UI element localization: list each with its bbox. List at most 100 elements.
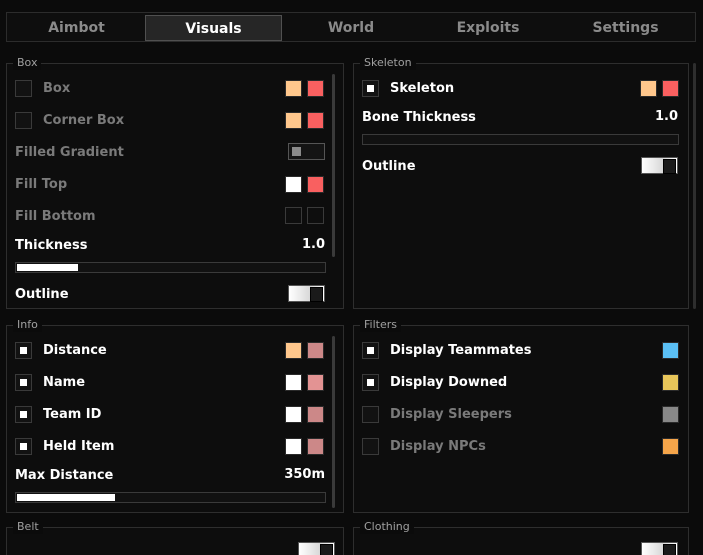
held-item-label: Held Item xyxy=(43,438,115,454)
belt-panel-title: Belt xyxy=(13,520,43,534)
max-distance-slider[interactable] xyxy=(15,492,326,503)
name-row: Name xyxy=(15,372,85,392)
box-checkbox[interactable] xyxy=(15,79,32,97)
thickness-row: Thickness xyxy=(15,235,87,255)
sleepers-color-swatch[interactable] xyxy=(662,406,679,423)
display-downed-label: Display Downed xyxy=(390,374,508,390)
filled-gradient-toggle[interactable] xyxy=(288,143,325,160)
team-id-secondary-color-swatch[interactable] xyxy=(307,406,324,423)
team-id-row: Team ID xyxy=(15,404,101,424)
team-id-checkbox[interactable] xyxy=(15,405,32,423)
filters-panel-title: Filters xyxy=(360,318,401,332)
tab-world[interactable]: World xyxy=(283,15,419,41)
name-label: Name xyxy=(43,374,86,390)
display-npcs-label: Display NPCs xyxy=(390,438,486,454)
distance-secondary-color-swatch[interactable] xyxy=(307,342,324,359)
info-panel: Info Distance Name Team ID Held Item Max… xyxy=(6,318,344,513)
display-teammates-checkbox[interactable] xyxy=(362,341,379,359)
box-panel-title: Box xyxy=(13,56,42,70)
held-item-checkbox[interactable] xyxy=(15,437,32,455)
name-checkbox[interactable] xyxy=(15,373,32,391)
held-item-secondary-color-swatch[interactable] xyxy=(307,438,324,455)
distance-label: Distance xyxy=(43,342,107,358)
max-distance-value: 350m xyxy=(284,467,325,482)
held-item-primary-color-swatch[interactable] xyxy=(285,438,302,455)
teammates-color-swatch[interactable] xyxy=(662,342,679,359)
held-item-row: Held Item xyxy=(15,436,114,456)
fill-top-secondary-color-swatch[interactable] xyxy=(307,176,324,193)
team-id-label: Team ID xyxy=(43,406,102,422)
box-outline-row: Outline xyxy=(15,284,69,304)
skeleton-outline-toggle[interactable] xyxy=(641,157,678,174)
box-panel-scrollbar[interactable] xyxy=(332,74,335,257)
bone-thickness-row: Bone Thickness xyxy=(362,107,476,127)
skeleton-outline-label: Outline xyxy=(362,158,416,174)
name-primary-color-swatch[interactable] xyxy=(285,374,302,391)
thickness-label: Thickness xyxy=(15,237,88,253)
fill-bottom-label: Fill Bottom xyxy=(15,208,96,224)
box-label: Box xyxy=(43,80,71,96)
npcs-color-swatch[interactable] xyxy=(662,438,679,455)
filled-gradient-label: Filled Gradient xyxy=(15,144,124,160)
tab-visuals[interactable]: Visuals xyxy=(145,15,282,41)
filters-panel: Filters Display Teammates Display Downed… xyxy=(353,318,689,513)
display-npcs-checkbox[interactable] xyxy=(362,437,379,455)
fill-bottom-primary-color-swatch[interactable] xyxy=(285,207,302,224)
box-outline-label: Outline xyxy=(15,286,69,302)
display-teammates-label: Display Teammates xyxy=(390,342,532,358)
skeleton-label: Skeleton xyxy=(390,80,455,96)
fill-top-primary-color-swatch[interactable] xyxy=(285,176,302,193)
display-sleepers-label: Display Sleepers xyxy=(390,406,512,422)
info-panel-title: Info xyxy=(13,318,42,332)
display-downed-checkbox[interactable] xyxy=(362,373,379,391)
distance-checkbox[interactable] xyxy=(15,341,32,359)
belt-toggle[interactable] xyxy=(298,542,335,555)
name-secondary-color-swatch[interactable] xyxy=(307,374,324,391)
app-window: Aimbot Visuals World Exploits Settings B… xyxy=(0,0,703,555)
tab-settings[interactable]: Settings xyxy=(557,15,694,41)
box-primary-color-swatch[interactable] xyxy=(285,80,302,97)
skeleton-panel-title: Skeleton xyxy=(360,56,416,70)
skeleton-panel: Skeleton Skeleton Bone Thickness 1.0 Out… xyxy=(353,56,689,309)
fill-bottom-secondary-color-swatch[interactable] xyxy=(307,207,324,224)
fill-top-label: Fill Top xyxy=(15,176,68,192)
display-teammates-row: Display Teammates xyxy=(362,340,531,360)
belt-panel: Belt xyxy=(6,520,344,555)
max-distance-row: Max Distance xyxy=(15,465,113,485)
tab-aimbot[interactable]: Aimbot xyxy=(9,15,144,41)
filled-gradient-row: Filled Gradient xyxy=(15,142,124,162)
corner-box-primary-color-swatch[interactable] xyxy=(285,112,302,129)
display-downed-row: Display Downed xyxy=(362,372,507,392)
clothing-panel: Clothing xyxy=(353,520,689,555)
fill-bottom-row: Fill Bottom xyxy=(15,206,96,226)
bone-thickness-value: 1.0 xyxy=(654,109,678,124)
box-outline-toggle[interactable] xyxy=(288,285,325,302)
fill-top-row: Fill Top xyxy=(15,174,67,194)
thickness-slider-fill xyxy=(17,264,78,271)
corner-box-secondary-color-swatch[interactable] xyxy=(307,112,324,129)
corner-box-checkbox[interactable] xyxy=(15,111,32,129)
thickness-slider[interactable] xyxy=(15,262,326,273)
display-sleepers-row: Display Sleepers xyxy=(362,404,512,424)
bone-thickness-label: Bone Thickness xyxy=(362,109,476,125)
display-sleepers-checkbox[interactable] xyxy=(362,405,379,423)
skeleton-row: Skeleton xyxy=(362,78,454,98)
skeleton-secondary-color-swatch[interactable] xyxy=(662,80,679,97)
downed-color-swatch[interactable] xyxy=(662,374,679,391)
corner-box-row: Corner Box xyxy=(15,110,124,130)
skeleton-primary-color-swatch[interactable] xyxy=(640,80,657,97)
tab-exploits[interactable]: Exploits xyxy=(420,15,556,41)
corner-box-label: Corner Box xyxy=(43,112,125,128)
window-scrollbar[interactable] xyxy=(693,63,696,309)
skeleton-checkbox[interactable] xyxy=(362,79,379,97)
max-distance-slider-fill xyxy=(17,494,115,501)
clothing-toggle[interactable] xyxy=(641,542,678,555)
bone-thickness-slider[interactable] xyxy=(362,134,679,145)
box-secondary-color-swatch[interactable] xyxy=(307,80,324,97)
clothing-panel-title: Clothing xyxy=(360,520,414,534)
team-id-primary-color-swatch[interactable] xyxy=(285,406,302,423)
info-panel-scrollbar[interactable] xyxy=(332,336,335,508)
skeleton-outline-row: Outline xyxy=(362,156,416,176)
distance-primary-color-swatch[interactable] xyxy=(285,342,302,359)
box-row: Box xyxy=(15,78,70,98)
